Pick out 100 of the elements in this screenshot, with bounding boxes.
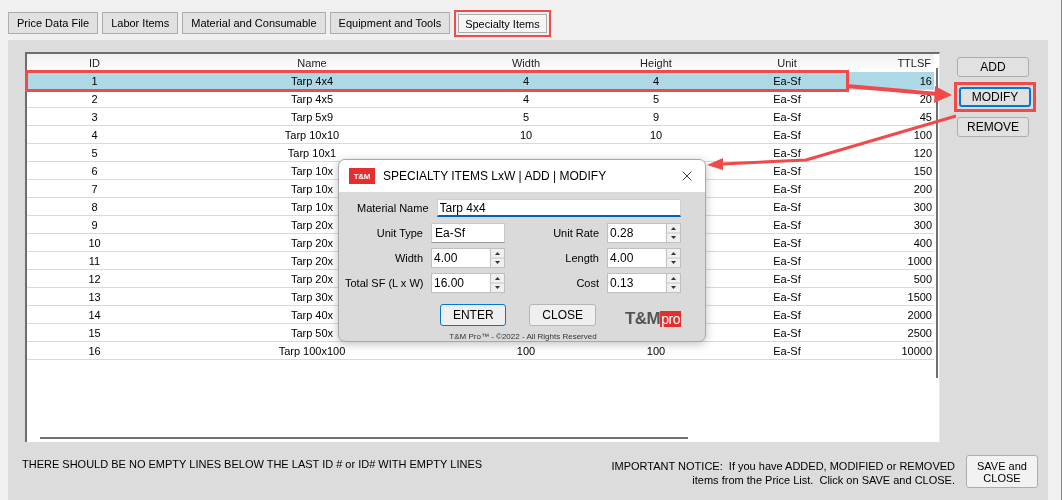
column-header[interactable]: ID (27, 57, 162, 69)
spinner-buttons[interactable] (490, 248, 505, 268)
table-cell: Tarp 100x100 (278, 344, 346, 357)
tab[interactable]: Material and Consumable (182, 12, 326, 34)
table-cell: 14 (88, 308, 101, 321)
input-field[interactable]: 4.00 (431, 248, 490, 268)
table-cell: Tarp 20x (290, 254, 334, 267)
table-cell: 3 (91, 110, 98, 123)
spinner-buttons[interactable] (490, 273, 505, 293)
table-cell: 100 (516, 344, 536, 357)
table-cell: 1500 (907, 290, 932, 303)
table-cell: Tarp 10x (290, 164, 334, 177)
table-cell: Ea-Sf (773, 326, 801, 339)
input-field[interactable]: 4.00 (607, 248, 666, 268)
table-cell: 16 (88, 344, 101, 357)
table-cell: 7 (91, 182, 98, 195)
field-label: Total SF (L x W) (345, 277, 423, 289)
tab[interactable]: Price Data File (8, 12, 99, 34)
tab[interactable]: Specialty Items (454, 10, 551, 37)
table-cell: 15 (88, 326, 101, 339)
table-cell: 4 (652, 74, 660, 87)
important-notice: IMPORTANT NOTICE: If you have ADDED, MODIFIED or REMOVED items from the Price List. Click on SAVE and CLOSE. (611, 459, 955, 487)
table-cell: Ea-Sf (773, 272, 801, 285)
dialog-button[interactable]: ENTER (440, 304, 507, 326)
table-cell: 20 (919, 92, 932, 105)
table-cell: 8 (91, 200, 98, 213)
table-cell: 5 (522, 110, 530, 123)
table-cell: Tarp 40x (290, 308, 334, 321)
action-button[interactable]: ADD (957, 57, 1029, 77)
action-button[interactable]: MODIFY (959, 87, 1031, 107)
column-header[interactable]: TTLSF (852, 57, 934, 69)
column-header[interactable]: Unit (722, 57, 852, 69)
table-cell: 1000 (907, 254, 932, 267)
table-cell: 2 (91, 92, 98, 105)
spinner-buttons[interactable] (666, 248, 681, 268)
table-cell: 300 (913, 200, 932, 213)
input-field[interactable]: Ea-Sf (431, 223, 505, 243)
table-cell: 4 (91, 128, 98, 141)
table-cell: 9 (652, 110, 660, 123)
table-cell: Tarp 30x (290, 290, 334, 303)
table-cell: Ea-Sf (773, 290, 801, 303)
table-cell: 10 (519, 128, 533, 141)
spinner-buttons[interactable] (666, 223, 681, 243)
table-cell: 120 (913, 146, 932, 159)
table-cell: Tarp 4x5 (290, 92, 334, 105)
table-cell: Ea-Sf (773, 92, 801, 105)
table-cell: Ea-Sf (773, 110, 801, 123)
table-cell: 10 (88, 236, 101, 249)
field-label: Width (393, 252, 423, 264)
table-cell: 400 (913, 236, 932, 249)
action-button[interactable]: REMOVE (957, 117, 1029, 137)
spinner-buttons[interactable] (666, 273, 681, 293)
table-cell: 1 (91, 74, 98, 87)
save-close-button[interactable]: SAVE and CLOSE (966, 455, 1038, 488)
tab[interactable]: Equipment and Tools (329, 12, 451, 34)
table-cell: Tarp 50x (290, 326, 334, 339)
table-cell: 200 (913, 182, 932, 195)
table-cell: 16 (919, 74, 932, 87)
table-cell: Tarp 10x10 (284, 128, 340, 141)
input-field[interactable]: 16.00 (431, 273, 490, 293)
input-field[interactable]: 0.28 (607, 223, 666, 243)
table-cell: Tarp 4x4 (290, 74, 334, 87)
table-cell: 10000 (901, 344, 932, 357)
table-cell: Ea-Sf (773, 308, 801, 321)
table-cell: Ea-Sf (773, 164, 801, 177)
field-label: Unit Rate (552, 227, 599, 239)
table-cell: 100 (913, 128, 932, 141)
dialog-button[interactable]: CLOSE (529, 304, 596, 326)
table-cell: 13 (88, 290, 101, 303)
table-cell: Ea-Sf (773, 74, 801, 87)
table-cell: Ea-Sf (773, 236, 801, 249)
field-label: Unit Type (375, 227, 423, 239)
table-cell: Ea-Sf (773, 218, 801, 231)
column-header[interactable]: Width (462, 57, 590, 69)
input-field[interactable]: Tarp 4x4 (436, 199, 681, 217)
field-label: Cost (575, 277, 599, 289)
column-header[interactable]: Height (590, 57, 722, 69)
table-cell: Tarp 10x (290, 182, 334, 195)
input-field[interactable]: 0.13 (607, 273, 666, 293)
table-cell: 2500 (907, 326, 932, 339)
field-label: Length (564, 252, 599, 264)
column-header[interactable]: Name (162, 57, 462, 69)
warning-note: THERE SHOULD BE NO EMPTY LINES BELOW THE LAST ID # or ID# WITH EMPTY LINES (22, 457, 484, 470)
table-cell: 5 (652, 92, 660, 105)
table-cell: Tarp 20x (290, 218, 334, 231)
table-cell: Tarp 5x9 (290, 110, 334, 123)
table-cell: Ea-Sf (773, 146, 801, 159)
table-cell: Ea-Sf (773, 182, 801, 195)
table-cell: Tarp 10x1 (287, 146, 337, 159)
table-cell: Ea-Sf (773, 254, 801, 267)
table-cell: Tarp 10x (290, 200, 334, 213)
table-cell: 6 (91, 164, 98, 177)
table-cell: 300 (913, 218, 932, 231)
table-cell: 2000 (907, 308, 932, 321)
tab[interactable]: Labor Items (102, 12, 179, 34)
table-cell: 10 (649, 128, 663, 141)
table-cell: 11 (88, 254, 101, 267)
table-cell: Ea-Sf (773, 344, 801, 357)
table-cell: Tarp 20x (290, 272, 334, 285)
dialog-title: SPECIALTY ITEMS LxW | ADD | MODIFY (383, 169, 608, 183)
